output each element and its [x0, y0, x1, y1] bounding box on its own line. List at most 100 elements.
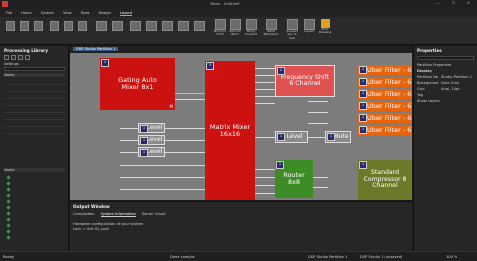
tab-system-information[interactable]: System Information: [100, 212, 136, 217]
menu-design[interactable]: Design: [98, 11, 110, 15]
block-number-badge: 1: [359, 126, 367, 134]
group-icon[interactable]: [194, 21, 205, 31]
properties-title: Properties: [417, 48, 442, 53]
uber-filter-block-4[interactable]: 1 Uber Filter - 6: [358, 101, 412, 111]
bring-forward-button[interactable]: Bring Forward: [243, 19, 259, 43]
level-block-4[interactable]: 1 Level: [275, 131, 308, 143]
level-block-1[interactable]: 1 Level: [138, 123, 165, 133]
window-title: Tesira - Untitled*: [210, 2, 240, 6]
print-drawing-button[interactable]: Print Drawing: [317, 19, 333, 43]
layers-label: Layers: [304, 29, 314, 33]
standard-compressor-label: Standard Compressor 8 Channel: [363, 169, 407, 190]
block-number-badge: 1: [140, 149, 148, 157]
level-label: Level: [286, 132, 303, 140]
align-left-icon[interactable]: [6, 21, 15, 31]
block-icon: [6, 210, 11, 216]
layers-button[interactable]: Layers: [302, 19, 316, 43]
send-backward-button[interactable]: Send Backward: [260, 19, 282, 43]
menu-layout[interactable]: Layout: [119, 11, 133, 16]
gating-auto-mixer-label: Gating Auto Mixer 8x1: [118, 76, 157, 91]
tab-server-count[interactable]: Server Count: [142, 212, 166, 217]
sort-icon[interactable]: [25, 55, 30, 60]
bring-to-front-label: Bring to Front: [214, 29, 226, 37]
level-block-2[interactable]: 1 Level: [138, 135, 165, 145]
align-top-icon[interactable]: [50, 21, 59, 31]
block-number-badge: 1: [327, 133, 335, 141]
gating-m-label: M: [169, 103, 173, 109]
tab-compilation[interactable]: Compilation: [73, 212, 95, 217]
align-bottom-icon[interactable]: [78, 21, 87, 31]
design-canvas[interactable]: 1 Gating Auto Mixer 8x1 M 3 Matrix Mixer…: [70, 53, 412, 200]
matrix-mixer-block[interactable]: 3 Matrix Mixer 16x16: [205, 61, 255, 200]
uber-filter-block-2[interactable]: 1 Uber Filter - 6: [358, 77, 412, 87]
status-zoom: 100 %: [446, 255, 458, 259]
frequency-shift-block[interactable]: 1 Frequency Shift 6 Channel: [275, 65, 335, 97]
level-label: Level: [146, 135, 163, 143]
menu-system[interactable]: System: [41, 11, 54, 15]
send-to-back-button[interactable]: Send to Back: [228, 19, 242, 43]
library-toolbar: [4, 55, 65, 60]
status-right: DSP Studio 1 (unsaved): [360, 255, 403, 259]
filter-icon[interactable]: [18, 55, 23, 60]
library-search[interactable]: [4, 67, 65, 71]
minimize-icon[interactable]: —: [436, 1, 440, 5]
block-icon: [6, 222, 11, 228]
library-tree-top: [4, 78, 65, 164]
block-number-badge: 1: [140, 125, 148, 133]
matrix-mixer-label: Matrix Mixer 16x16: [209, 122, 251, 138]
uber-filter-label: Uber Filter - 6: [367, 90, 412, 98]
menu-bar: File Home System View Tools Design Layou…: [0, 9, 477, 17]
router-block[interactable]: 1 Router 8x8: [275, 160, 313, 198]
menu-view[interactable]: View: [63, 11, 72, 15]
convert-to-sub-button[interactable]: Convert Sel. to Sub: [284, 19, 300, 43]
mute-block[interactable]: 1 Mute: [325, 131, 351, 143]
library-title: Processing Library: [4, 48, 48, 53]
title-bar: Tesira - Untitled* — ☐ ✕: [0, 0, 477, 9]
block-number-badge: 1: [140, 137, 148, 145]
uber-filter-block-1[interactable]: 1 Uber Filter - 6: [358, 65, 412, 75]
uber-filter-block-6[interactable]: 1 Uber Filter - 6: [358, 125, 412, 135]
expand-icon[interactable]: [4, 55, 9, 60]
list-item[interactable]: [4, 234, 65, 240]
uber-filter-block-3[interactable]: 1 Uber Filter - 6: [358, 89, 412, 99]
same-size-icon[interactable]: [162, 21, 173, 31]
collapse-icon[interactable]: [11, 55, 16, 60]
align-center-icon[interactable]: [20, 21, 29, 31]
same-width-icon[interactable]: [130, 21, 141, 31]
uber-filter-block-5[interactable]: 1 Uber Filter - 6: [358, 113, 412, 123]
output-line-1: Hardware configuration of your system: [73, 222, 144, 226]
document-tabs: DSP Studio Partition 1: [70, 46, 412, 53]
bring-to-front-button[interactable]: Bring to Front: [213, 19, 227, 43]
align-right-icon[interactable]: [34, 21, 43, 31]
block-number-badge: 1: [359, 161, 367, 169]
align-middle-icon[interactable]: [64, 21, 73, 31]
order-icon[interactable]: [178, 21, 189, 31]
block-number-badge: 1: [359, 114, 367, 122]
block-number-badge: 1: [359, 78, 367, 86]
menu-home[interactable]: Home: [21, 11, 32, 15]
convert-label: Convert Sel. to Sub: [286, 29, 298, 40]
tab-dsp-studio-partition[interactable]: DSP Studio Partition 1: [73, 47, 119, 51]
properties-selector[interactable]: [417, 56, 474, 60]
send-to-back-label: Send to Back: [229, 29, 241, 37]
block-icon: [6, 216, 11, 222]
menu-tools[interactable]: Tools: [81, 11, 90, 15]
distribute-v-icon[interactable]: [112, 21, 123, 31]
block-icon: [6, 186, 11, 192]
output-line-2: Lock = Unit ID_Lock: [73, 227, 109, 231]
same-height-icon[interactable]: [146, 21, 157, 31]
block-icon: [6, 180, 11, 186]
maximize-icon[interactable]: ☐: [452, 1, 455, 5]
distribute-h-icon[interactable]: [96, 21, 107, 31]
block-number-badge: 1: [101, 59, 109, 67]
level-block-3[interactable]: 1 Level: [138, 147, 165, 157]
gating-auto-mixer-block[interactable]: 1 Gating Auto Mixer 8x1 M: [100, 58, 175, 110]
processing-library-panel: Processing Library Settings Name Name: [0, 46, 69, 251]
library-tree-header-2: Name: [4, 168, 65, 172]
block-icon: [6, 192, 11, 198]
close-icon[interactable]: ✕: [467, 1, 470, 5]
status-partition: DSP Studio Partition 1: [308, 255, 348, 259]
standard-compressor-block[interactable]: 1 Standard Compressor 8 Channel: [358, 160, 412, 200]
property-row[interactable]: Show Layers: [417, 99, 475, 105]
menu-file[interactable]: File: [6, 11, 12, 15]
